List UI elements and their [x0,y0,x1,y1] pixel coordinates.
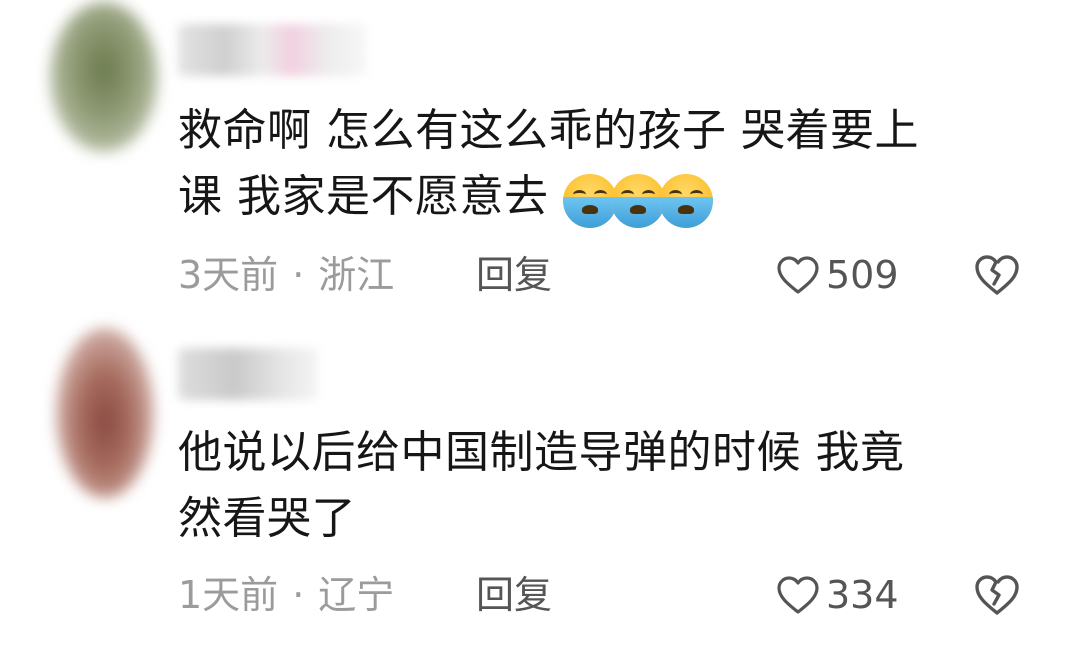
heart-outline-icon [777,256,819,294]
dislike-button[interactable] [973,573,1021,629]
comment-text: 救命啊 怎么有这么乖的孩子 哭着要上 课 我家是不愿意去 [178,98,1038,232]
dislike-button[interactable] [973,253,1021,309]
broken-heart-icon [975,575,1019,615]
meta-separator: · [292,253,305,297]
heart-outline-icon [777,576,819,614]
comment-item: 救命啊 怎么有这么乖的孩子 哭着要上 课 我家是不愿意去 3天前 · 浙江 回复 5… [0,0,1080,320]
comment-text: 他说以后给中国制造导弹的时候 我竟 然看哭了 [178,420,1038,552]
comment-time: 3天前 [178,253,279,297]
like-button[interactable]: 334 [776,570,899,620]
comment-text-line: 课 我家是不愿意去 [178,171,549,222]
comment-location: 浙江 [318,253,395,297]
username-blurred[interactable] [178,24,366,76]
comment-text-line: 他说以后给中国制造导弹的时候 我竟 [178,427,905,478]
loudly-crying-face-icon [562,174,617,228]
like-button[interactable]: 509 [776,250,899,300]
comment-text-line: 然看哭了 [178,493,356,544]
loudly-crying-face-icon [610,174,665,228]
comment-item: 他说以后给中国制造导弹的时候 我竟 然看哭了 1天前 · 辽宁 回复 334 [0,322,1080,651]
meta-separator: · [292,573,305,617]
comment-location: 辽宁 [318,573,395,617]
broken-heart-icon [975,255,1019,295]
comment-meta: 1天前 · 辽宁 回复 334 [178,570,1028,620]
reply-button[interactable]: 回复 [476,250,552,300]
comment-meta: 3天前 · 浙江 回复 509 [178,250,1028,300]
avatar[interactable] [50,2,158,152]
avatar[interactable] [56,328,154,498]
loudly-crying-face-icon [658,174,713,228]
comment-time: 1天前 [178,573,279,617]
username-blurred[interactable] [178,348,318,400]
comment-text-line: 救命啊 怎么有这么乖的孩子 哭着要上 [178,105,919,156]
like-count: 334 [826,573,899,617]
like-count: 509 [826,253,899,297]
reply-button[interactable]: 回复 [476,570,552,620]
emoji-group [562,166,713,232]
